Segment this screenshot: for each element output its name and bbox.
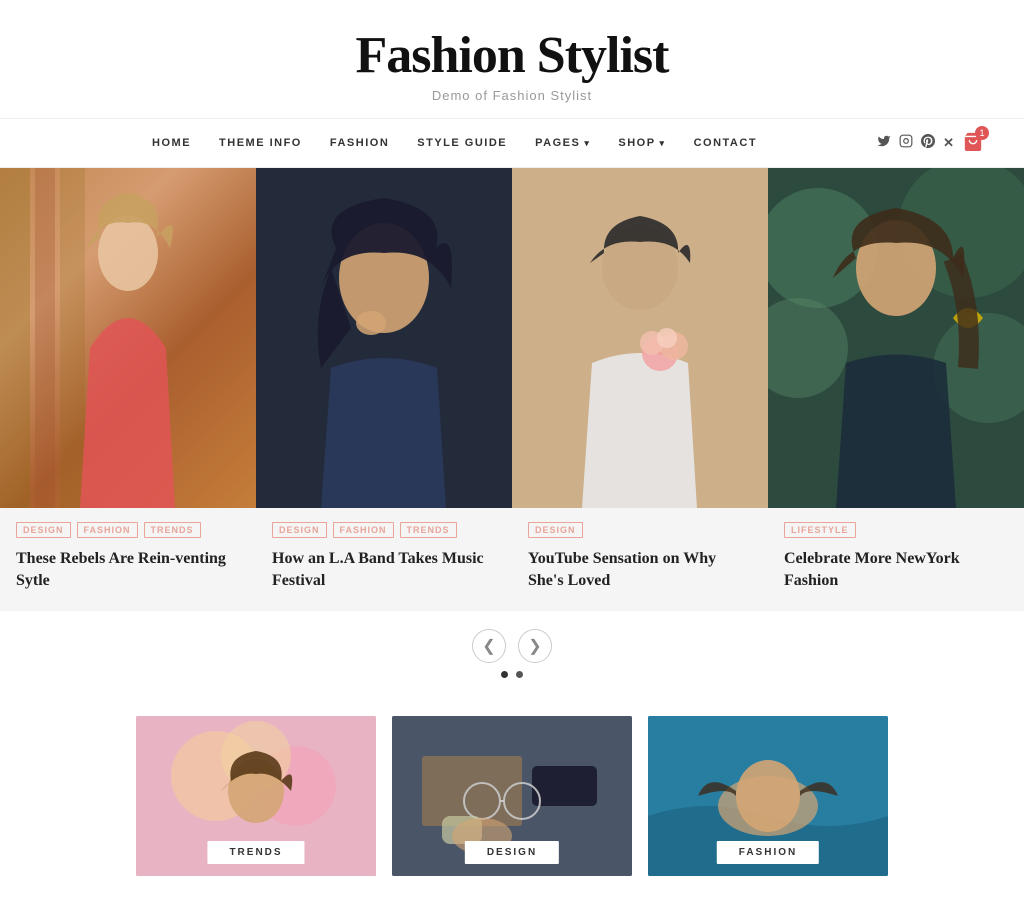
grid-card-trends[interactable]: TRENDS — [136, 716, 376, 876]
site-subtitle: Demo of Fashion Stylist — [20, 88, 1004, 103]
grid-card-fashion[interactable]: FASHION — [648, 716, 888, 876]
card-4-tags: LIFESTYLE — [784, 522, 1008, 538]
carousel-next-button[interactable]: ❯ — [518, 629, 552, 663]
nav-pages[interactable]: PAGES ▾ — [521, 119, 604, 167]
main-nav: HOME THEME INFO FASHION STYLE GUIDE PAGE… — [0, 119, 1024, 168]
card-4-image-wrap — [768, 168, 1024, 508]
nav-fashion[interactable]: FASHION — [316, 119, 403, 167]
card-1-svg — [0, 168, 256, 508]
card-4-svg — [768, 168, 1024, 508]
card-3-svg — [512, 168, 768, 508]
bottom-grid: TRENDS DESIGN — [0, 686, 1024, 916]
card-4: LIFESTYLE Celebrate More NewYork Fashion — [768, 168, 1024, 611]
card-3-image-wrap — [512, 168, 768, 508]
card-2-tags: DESIGN FASHION TRENDS — [272, 522, 496, 538]
dot-2[interactable] — [516, 671, 523, 678]
twitter-icon[interactable] — [877, 134, 891, 153]
nav-links: HOME THEME INFO FASHION STYLE GUIDE PAGE… — [40, 119, 869, 167]
card-4-image — [768, 168, 1024, 508]
card-2: DESIGN FASHION TRENDS How an L.A Band Ta… — [256, 168, 512, 611]
nav-contact[interactable]: CONTACT — [680, 119, 771, 167]
cart-icon[interactable]: 1 — [962, 131, 984, 156]
card-3-image — [512, 168, 768, 508]
carousel-prev-button[interactable]: ❮ — [472, 629, 506, 663]
card-2-content: DESIGN FASHION TRENDS How an L.A Band Ta… — [256, 508, 512, 611]
card-3-content: DESIGN YouTube Sensation on Why She's Lo… — [512, 508, 768, 611]
cards-row: DESIGN FASHION TRENDS These Rebels Are R… — [0, 168, 1024, 611]
card-4-title: Celebrate More NewYork Fashion — [784, 548, 1008, 591]
shop-chevron-icon: ▾ — [660, 138, 666, 149]
tag-fashion-2[interactable]: FASHION — [333, 522, 394, 538]
card-2-image-wrap — [256, 168, 512, 508]
site-header: Fashion Stylist Demo of Fashion Stylist — [0, 0, 1024, 119]
card-1-tags: DESIGN FASHION TRENDS — [16, 522, 240, 538]
tag-trends[interactable]: TRENDS — [144, 522, 201, 538]
card-1-title: These Rebels Are Rein-venting Sytle — [16, 548, 240, 591]
grid-label-design: DESIGN — [465, 841, 559, 864]
grid-card-design[interactable]: DESIGN — [392, 716, 632, 876]
carousel-section: DESIGN FASHION TRENDS These Rebels Are R… — [0, 168, 1024, 686]
card-1: DESIGN FASHION TRENDS These Rebels Are R… — [0, 168, 256, 611]
card-1-image-wrap — [0, 168, 256, 508]
dot-1[interactable] — [501, 671, 508, 678]
carousel-dots — [0, 671, 1024, 678]
card-1-image — [0, 168, 256, 508]
pinterest-icon[interactable] — [921, 134, 935, 153]
card-2-title: How an L.A Band Takes Music Festival — [272, 548, 496, 591]
tag-trends-2[interactable]: TRENDS — [400, 522, 457, 538]
tag-design[interactable]: DESIGN — [16, 522, 71, 538]
tag-lifestyle[interactable]: LIFESTYLE — [784, 522, 856, 538]
grid-label-fashion: FASHION — [717, 841, 819, 864]
instagram-icon[interactable] — [899, 134, 913, 153]
nav-shop[interactable]: SHOP ▾ — [604, 119, 679, 167]
prev-icon: ❮ — [482, 636, 495, 656]
carousel-controls: ❮ ❯ — [0, 611, 1024, 686]
nav-home[interactable]: HOME — [138, 119, 205, 167]
nav-theme-info[interactable]: THEME INFO — [205, 119, 316, 167]
tag-design-2[interactable]: DESIGN — [272, 522, 327, 538]
bottom-section: TRENDS DESIGN — [0, 686, 1024, 916]
tag-design-3[interactable]: DESIGN — [528, 522, 583, 538]
nav-style-guide[interactable]: STYLE GUIDE — [403, 119, 521, 167]
cart-count: 1 — [975, 126, 989, 140]
nav-social:  ✕ 1 — [869, 131, 984, 156]
grid-label-trends: TRENDS — [207, 841, 304, 864]
card-3: DESIGN YouTube Sensation on Why She's Lo… — [512, 168, 768, 611]
tag-fashion[interactable]: FASHION — [77, 522, 138, 538]
card-2-svg — [256, 168, 512, 508]
next-icon: ❯ — [528, 636, 541, 656]
card-2-image — [256, 168, 512, 508]
x-icon[interactable]: ✕ — [943, 135, 954, 151]
card-4-content: LIFESTYLE Celebrate More NewYork Fashion — [768, 508, 1024, 611]
card-1-content: DESIGN FASHION TRENDS These Rebels Are R… — [0, 508, 256, 611]
card-3-title: YouTube Sensation on Why She's Loved — [528, 548, 752, 591]
card-3-tags: DESIGN — [528, 522, 752, 538]
pages-chevron-icon: ▾ — [584, 138, 590, 149]
site-title: Fashion Stylist — [20, 30, 1004, 82]
